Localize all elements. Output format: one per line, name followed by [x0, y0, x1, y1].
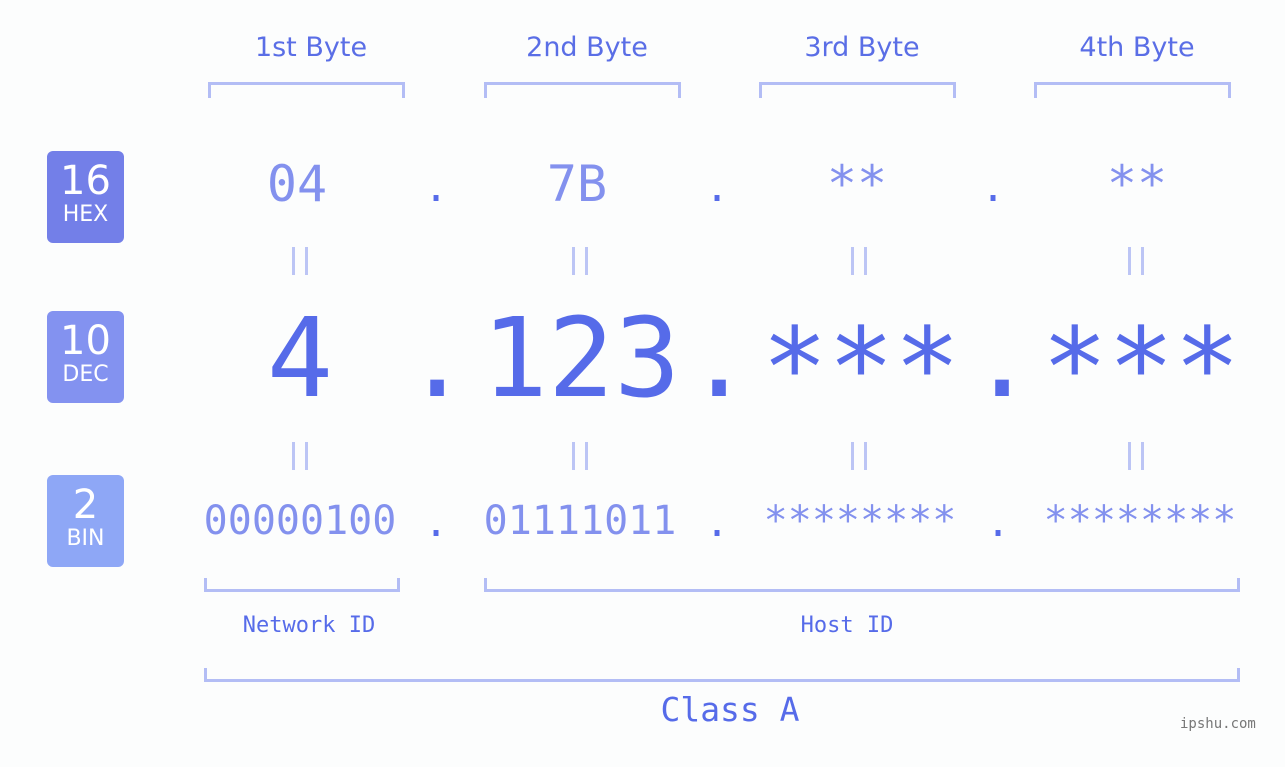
- bin-badge: 2 BIN: [47, 475, 124, 567]
- hex-octet-3: **: [826, 155, 888, 213]
- hex-octet-2: 7B: [546, 155, 608, 213]
- byte-header-4: 4th Byte: [1079, 32, 1195, 63]
- bin-badge-number: 2: [72, 482, 99, 528]
- equals-icon: [572, 442, 588, 470]
- equals-icon: [851, 442, 867, 470]
- byte-header-1: 1st Byte: [254, 32, 368, 63]
- class-bracket: [204, 668, 1240, 682]
- network-id-label: Network ID: [242, 613, 376, 638]
- equals-icon: [292, 442, 308, 470]
- host-id-bracket: [484, 578, 1240, 592]
- bin-badge-label: BIN: [66, 526, 105, 551]
- dec-octet-2: 123: [481, 294, 681, 422]
- watermark: ipshu.com: [1180, 716, 1256, 732]
- equals-icon: [851, 247, 867, 275]
- byte-bracket-2: [484, 82, 681, 98]
- equals-icon: [572, 247, 588, 275]
- equals-icon: [292, 247, 308, 275]
- dec-octet-1: 4: [266, 294, 334, 422]
- hex-badge-label: HEX: [62, 202, 109, 227]
- equals-icon: [1128, 442, 1144, 470]
- hex-separator-1: .: [424, 165, 449, 211]
- class-label: Class A: [660, 690, 800, 729]
- bin-octet-2: 01111011: [483, 498, 677, 544]
- dec-badge-label: DEC: [62, 362, 109, 387]
- hex-octet-4: **: [1106, 155, 1168, 213]
- bin-separator-3: .: [986, 500, 1011, 546]
- equals-icon: [1128, 247, 1144, 275]
- dec-separator-2: .: [686, 294, 753, 422]
- hex-separator-3: .: [981, 165, 1006, 211]
- dec-separator-1: .: [404, 294, 471, 422]
- byte-bracket-4: [1034, 82, 1231, 98]
- bin-octet-1: 00000100: [203, 498, 397, 544]
- byte-header-3: 3rd Byte: [804, 32, 920, 63]
- dec-badge: 10 DEC: [47, 311, 124, 403]
- byte-bracket-3: [759, 82, 956, 98]
- dec-octet-4: ***: [1041, 304, 1241, 432]
- byte-header-2: 2nd Byte: [526, 32, 648, 63]
- bin-octet-4: ********: [1043, 498, 1237, 544]
- bin-octet-3: ********: [763, 498, 957, 544]
- hex-badge-number: 16: [60, 158, 111, 204]
- hex-badge: 16 HEX: [47, 151, 124, 243]
- dec-separator-3: .: [969, 294, 1036, 422]
- hex-octet-1: 04: [266, 155, 328, 213]
- byte-bracket-1: [208, 82, 405, 98]
- bin-separator-2: .: [705, 500, 730, 546]
- dec-octet-3: ***: [761, 304, 961, 432]
- hex-separator-2: .: [705, 165, 730, 211]
- network-id-bracket: [204, 578, 400, 592]
- host-id-label: Host ID: [800, 613, 894, 638]
- dec-badge-number: 10: [60, 318, 111, 364]
- bin-separator-1: .: [424, 500, 449, 546]
